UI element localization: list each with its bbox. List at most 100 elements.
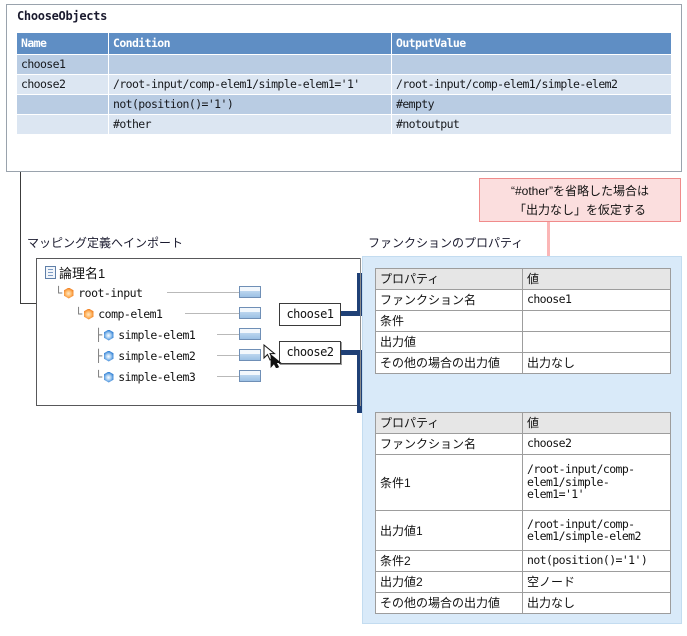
cell-property: ファンクション名	[376, 434, 523, 455]
cell-value[interactable]: 空ノード	[523, 572, 671, 593]
column-header-outputvalue: OutputValue	[392, 33, 672, 55]
cell-value[interactable]: choose1	[523, 290, 671, 311]
caption-import: マッピング定義へインポート	[27, 234, 183, 251]
cell-value[interactable]: choose2	[523, 434, 671, 455]
tree-label-simple-elem2: simple-elem2	[118, 349, 195, 363]
tree-tee-icon: ├	[95, 328, 102, 342]
choose-objects-title: ChooseObjects	[17, 9, 107, 23]
table-row: 条件2 not(position()='1')	[376, 551, 671, 572]
properties-table-choose1: プロパティ 値 ファンクション名 choose1 条件 出力値 その他の場合の出…	[375, 268, 671, 374]
tree-label-simple-elem3: simple-elem3	[118, 370, 195, 384]
complex-node-icon	[83, 309, 94, 320]
tree-elbow-icon: └	[55, 286, 62, 300]
cell-value[interactable]	[523, 332, 671, 353]
tree-row-root-input[interactable]: └ root-input	[55, 284, 142, 302]
cell-property: 出力値	[376, 332, 523, 353]
cell-property: 出力値2	[376, 572, 523, 593]
tree-label-root: 論理名1	[59, 263, 105, 282]
cell-condition: not(position()='1')	[109, 95, 392, 115]
table-row: 条件1 /root-input/comp-elem1/simple-elem1=…	[376, 455, 671, 511]
column-header-condition: Condition	[109, 33, 392, 55]
cell-value[interactable]	[523, 311, 671, 332]
tree-elbow-icon: └	[75, 307, 82, 321]
choose-objects-panel: ChooseObjects Name Condition OutputValue…	[6, 4, 682, 172]
cell-value[interactable]: 出力なし	[523, 353, 671, 374]
column-header-name: Name	[17, 33, 109, 55]
table-header-row: Name Condition OutputValue	[17, 33, 672, 55]
table-header-row: プロパティ 値	[376, 413, 671, 434]
mapping-line-root-input	[167, 292, 239, 293]
table-row: choose2 /root-input/comp-elem1/simple-el…	[17, 75, 672, 95]
callout-line-2: 「出力なし」を仮定する	[480, 201, 680, 220]
tree-label-simple-elem1: simple-elem1	[118, 328, 195, 342]
cell-value[interactable]: 出力なし	[523, 593, 671, 614]
tree-row-simple-elem3[interactable]: └ simple-elem3	[95, 368, 195, 386]
cell-property: 条件2	[376, 551, 523, 572]
cell-value[interactable]: /root-input/comp-elem1/simple-elem2	[523, 511, 671, 551]
complex-node-icon	[63, 288, 74, 299]
cell-value[interactable]: /root-input/comp-elem1/simple-elem1='1'	[523, 455, 671, 511]
column-header-property: プロパティ	[376, 269, 523, 290]
table-row: choose1	[17, 55, 672, 75]
mapping-line-simple-elem1	[217, 334, 239, 335]
column-header-property: プロパティ	[376, 413, 523, 434]
tree-row-root[interactable]: 論理名1	[45, 263, 105, 281]
cell-output: #empty	[392, 95, 672, 115]
cell-name: choose2	[17, 75, 109, 95]
tree-box-right-guide	[360, 258, 361, 406]
cell-property: ファンクション名	[376, 290, 523, 311]
properties-table-choose2: プロパティ 値 ファンクション名 choose2 条件1 /root-input…	[375, 412, 671, 614]
function-box-choose2[interactable]: choose2	[279, 341, 341, 364]
simple-node-icon	[103, 372, 114, 383]
mapping-chip-root-input[interactable]	[239, 286, 261, 298]
simple-node-icon	[103, 351, 114, 362]
mapping-chip-simple-elem3[interactable]	[239, 370, 261, 382]
cell-output	[392, 55, 672, 75]
mapping-line-comp-elem1	[185, 313, 239, 314]
cell-name	[17, 115, 109, 135]
table-row: その他の場合の出力値 出力なし	[376, 353, 671, 374]
mouse-cursor-icon	[263, 344, 285, 368]
tree-row-simple-elem1[interactable]: ├ simple-elem1	[95, 326, 195, 344]
caption-properties: ファンクションのプロパティ	[368, 234, 523, 251]
choose-objects-table: Name Condition OutputValue choose1 choos…	[16, 32, 672, 135]
mapping-chip-simple-elem1[interactable]	[239, 328, 261, 340]
tree-row-simple-elem2[interactable]: ├ simple-elem2	[95, 347, 195, 365]
table-row: not(position()='1') #empty	[17, 95, 672, 115]
cell-value[interactable]: not(position()='1')	[523, 551, 671, 572]
tree-tee-icon: ├	[95, 349, 102, 363]
table-row: ファンクション名 choose2	[376, 434, 671, 455]
mapping-line-simple-elem3	[217, 376, 239, 377]
table-row: 出力値2 空ノード	[376, 572, 671, 593]
function-properties-panel: プロパティ 値 ファンクション名 choose1 条件 出力値 その他の場合の出…	[362, 256, 682, 624]
mapping-chip-comp-elem1[interactable]	[239, 307, 261, 319]
connector-vertical	[20, 172, 21, 304]
mapping-line-simple-elem2	[217, 355, 239, 356]
function-box-choose1[interactable]: choose1	[279, 303, 341, 326]
table-row: #other #notoutput	[17, 115, 672, 135]
document-icon	[45, 266, 56, 279]
mapping-chip-simple-elem2[interactable]	[239, 349, 261, 361]
mapping-tree-box: 論理名1 └ root-input └ comp-elem1 ├ simple-…	[36, 258, 361, 406]
table-header-row: プロパティ 値	[376, 269, 671, 290]
cell-property: 出力値1	[376, 511, 523, 551]
cell-output: /root-input/comp-elem1/simple-elem2	[392, 75, 672, 95]
cell-property: 条件	[376, 311, 523, 332]
cell-property: 条件1	[376, 455, 523, 511]
table-row: 出力値1 /root-input/comp-elem1/simple-elem2	[376, 511, 671, 551]
cell-condition: /root-input/comp-elem1/simple-elem1='1'	[109, 75, 392, 95]
column-header-value: 値	[523, 413, 671, 434]
table-row: 出力値	[376, 332, 671, 353]
cell-name: choose1	[17, 55, 109, 75]
cell-condition: #other	[109, 115, 392, 135]
tree-row-comp-elem1[interactable]: └ comp-elem1	[75, 305, 162, 323]
tree-label-root-input: root-input	[78, 286, 142, 300]
callout-line-1: “#other”を省略した場合は	[480, 182, 680, 201]
tree-elbow-icon: └	[95, 370, 102, 384]
cell-name	[17, 95, 109, 115]
cell-property: その他の場合の出力値	[376, 593, 523, 614]
table-row: ファンクション名 choose1	[376, 290, 671, 311]
tree-label-comp-elem1: comp-elem1	[98, 307, 162, 321]
simple-node-icon	[103, 330, 114, 341]
table-row: 条件	[376, 311, 671, 332]
